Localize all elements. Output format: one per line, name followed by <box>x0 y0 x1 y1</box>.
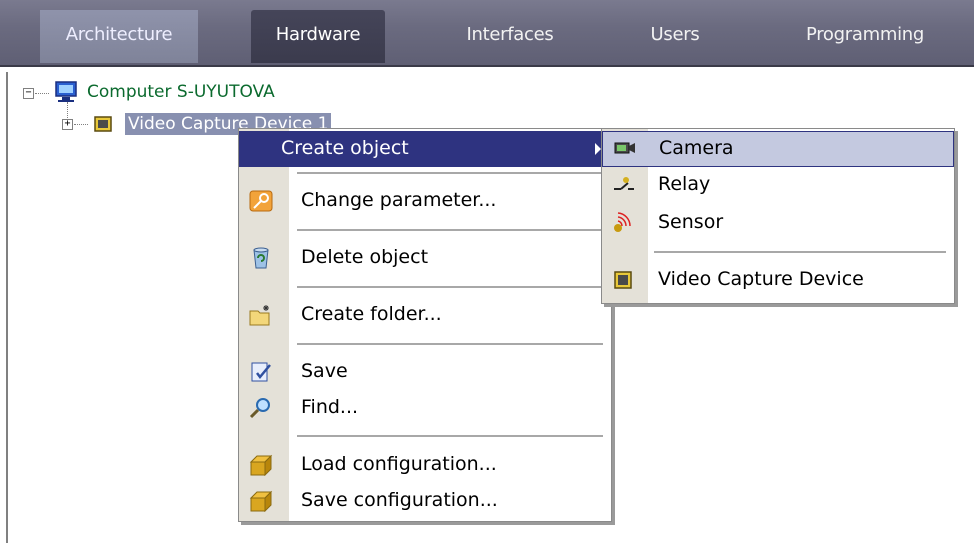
context-menu: Create object Change parameter... Delete… <box>238 128 612 522</box>
menu-item-label: Delete object <box>301 246 429 268</box>
menu-item-change-parameter[interactable]: Change parameter... <box>239 183 611 219</box>
save-box-icon <box>249 490 273 512</box>
menu-item-label: Sensor <box>658 211 724 233</box>
computer-icon <box>55 81 77 102</box>
relay-icon <box>614 177 634 190</box>
menu-separator <box>297 172 603 174</box>
menu-separator <box>297 435 603 437</box>
menu-item-create-object[interactable]: Create object <box>239 131 611 167</box>
sensor-icon <box>614 212 631 232</box>
submenu-item-sensor[interactable]: Sensor <box>602 205 954 241</box>
menu-item-label: Change parameter... <box>301 189 497 211</box>
tab-hardware[interactable]: Hardware <box>251 10 385 63</box>
tab-bar: Architecture Hardware Interfaces Users P… <box>0 0 974 67</box>
load-box-icon <box>249 454 273 476</box>
tree-connector <box>74 124 88 125</box>
menu-item-load-configuration[interactable]: Load configuration... <box>239 447 611 483</box>
submenu-item-video-capture-device[interactable]: Video Capture Device <box>602 262 954 298</box>
key-folder-icon <box>249 190 273 212</box>
recycle-bin-icon <box>253 247 269 269</box>
magnifier-icon <box>249 398 270 419</box>
menu-separator <box>297 229 603 231</box>
menu-item-label: Find... <box>301 396 359 418</box>
menu-separator <box>297 286 603 288</box>
tree-connector <box>35 93 49 94</box>
tab-architecture[interactable]: Architecture <box>40 10 198 63</box>
tab-programming[interactable]: Programming <box>780 10 950 63</box>
chip-icon <box>614 271 632 289</box>
tree-expand-toggle-device[interactable]: + <box>62 119 73 130</box>
menu-item-label: Relay <box>658 173 711 195</box>
tree-node-computer[interactable]: Computer S-UYUTOVA <box>87 82 275 102</box>
submenu-item-relay[interactable]: Relay <box>602 167 954 203</box>
tree-panel-border <box>6 72 8 543</box>
menu-item-save[interactable]: Save <box>239 354 611 390</box>
menu-item-delete-object[interactable]: Delete object <box>239 240 611 276</box>
create-object-submenu: Camera Relay Sensor Video Capture Device <box>601 128 955 304</box>
menu-item-label: Save <box>301 360 348 382</box>
menu-separator <box>654 251 946 253</box>
menu-item-find[interactable]: Find... <box>239 390 611 426</box>
menu-item-label: Load configuration... <box>301 453 497 475</box>
menu-item-label: Camera <box>659 137 734 159</box>
menu-separator <box>297 343 603 345</box>
menu-item-save-configuration[interactable]: Save configuration... <box>239 483 611 519</box>
menu-item-create-folder[interactable]: Create folder... <box>239 297 611 333</box>
menu-item-label: Create object <box>281 137 409 159</box>
menu-item-label: Create folder... <box>301 303 442 325</box>
save-icon <box>251 362 271 382</box>
submenu-item-camera[interactable]: Camera <box>602 131 954 167</box>
camera-icon <box>614 142 635 154</box>
tab-interfaces[interactable]: Interfaces <box>440 10 580 63</box>
menu-item-label: Video Capture Device <box>658 268 864 290</box>
tab-users[interactable]: Users <box>630 10 720 63</box>
chip-icon <box>94 116 112 132</box>
menu-item-label: Save configuration... <box>301 489 498 511</box>
new-folder-icon <box>249 305 270 326</box>
tree-collapse-toggle-computer[interactable]: − <box>23 88 34 99</box>
